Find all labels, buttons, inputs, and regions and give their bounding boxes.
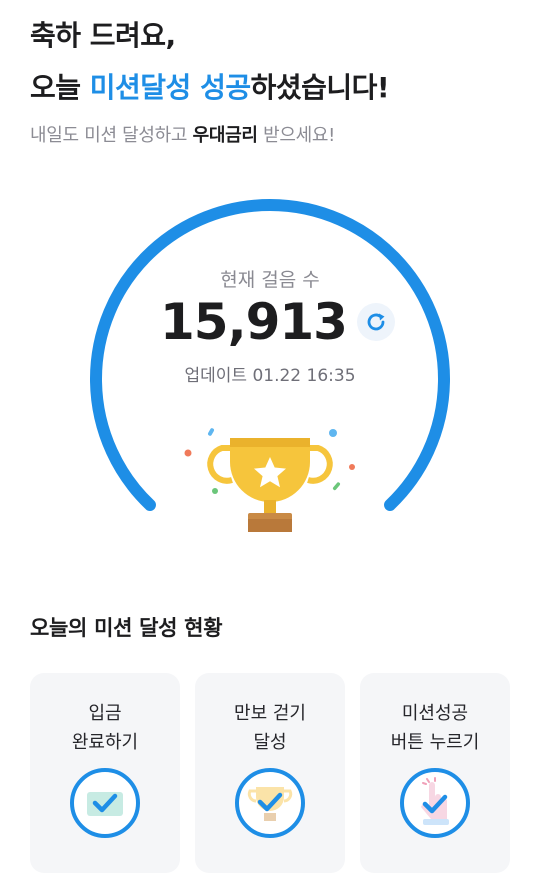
trophy-check-icon [235, 768, 305, 838]
trophy-icon [184, 428, 355, 532]
deposit-check-icon [70, 768, 140, 838]
mission-label: 만보 걷기 달성 [234, 703, 306, 753]
mission-cards: 입금 완료하기 만보 걷기 달성 미션성공 버튼 누르기 [30, 673, 510, 873]
steps-value: 15,913 [160, 293, 348, 351]
refresh-button[interactable] [356, 303, 395, 341]
updated-time: 업데이트 01.22 16:35 [184, 366, 356, 386]
mission-card-deposit[interactable]: 입금 완료하기 [30, 673, 180, 873]
tap-check-icon [400, 768, 470, 838]
steps-label: 현재 걸음 수 [220, 269, 320, 291]
steps-row: 15,913 [160, 290, 395, 354]
mission-card-button[interactable]: 미션성공 버튼 누르기 [360, 673, 510, 873]
section-title: 오늘의 미션 달성 현황 [30, 616, 223, 640]
mission-card-walk[interactable]: 만보 걷기 달성 [195, 673, 345, 873]
mission-label: 미션성공 버튼 누르기 [390, 703, 480, 753]
mission-label: 입금 완료하기 [71, 703, 139, 753]
refresh-icon [367, 313, 385, 331]
